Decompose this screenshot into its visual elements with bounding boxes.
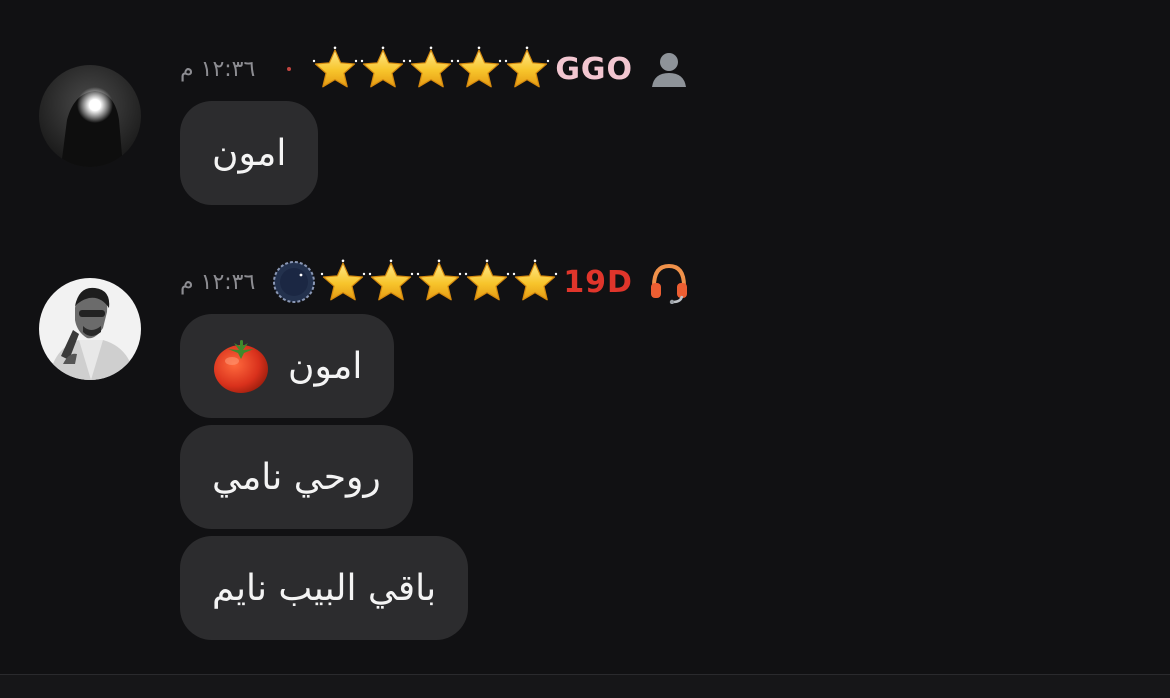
headphones-icon (650, 263, 687, 304)
message-timestamp: ١٢:٣٦ م (180, 56, 256, 82)
message-text: امون (288, 345, 363, 387)
rating-stars (311, 46, 551, 92)
star-icon (511, 259, 559, 305)
message-bubble[interactable]: امون (180, 314, 395, 418)
star-icon (415, 259, 463, 305)
star-icon (503, 46, 551, 92)
sender-name[interactable]: GGO (555, 52, 633, 87)
rating-stars (319, 259, 559, 305)
crescent-moon-badge-icon (273, 261, 316, 303)
star-icon (463, 259, 511, 305)
avatar-19d[interactable] (39, 278, 141, 380)
tomato-emoji (214, 340, 268, 393)
bottom-bar (0, 675, 1170, 698)
message-header-ggo: ١٢:٣٦ م GGO (180, 46, 691, 92)
message-text: باقي البيب نايم (212, 567, 437, 609)
message-text: امون (212, 132, 287, 174)
star-icon (367, 259, 415, 305)
star-icon (407, 46, 455, 92)
sender-name[interactable]: 19D (563, 265, 633, 300)
star-icon (311, 46, 359, 92)
message-bubble[interactable]: امون (180, 101, 319, 205)
status-dot (287, 67, 292, 71)
star-icon (319, 259, 367, 305)
message-timestamp: ١٢:٣٦ م (180, 269, 256, 295)
person-silhouette-icon (652, 53, 687, 87)
avatar-ggo[interactable] (39, 65, 141, 167)
message-bubble[interactable]: باقي البيب نايم (180, 536, 469, 640)
message-bubble[interactable]: روحي نامي (180, 425, 413, 529)
chat-screen: ١٢:٣٦ م GGO امون ١٢:٣٦ م 19D امون روحي ن… (0, 0, 1170, 698)
star-icon (455, 46, 503, 92)
message-header-19d: ١٢:٣٦ م 19D (180, 259, 691, 305)
star-icon (359, 46, 407, 92)
message-text: روحي نامي (212, 456, 381, 498)
